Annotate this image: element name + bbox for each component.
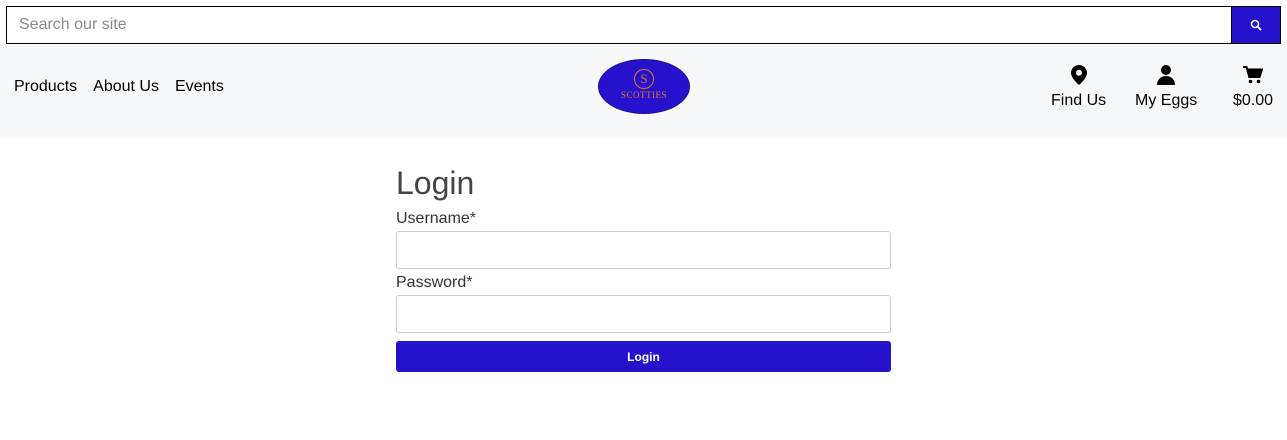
site-header: Products About Us Events S SCOTTIES ​ Fi… — [0, 44, 1287, 137]
nav-my-eggs[interactable]: My Eggs — [1135, 64, 1197, 110]
search-icon — [1250, 19, 1262, 31]
search-bar — [6, 6, 1281, 44]
username-label: Username* — [396, 210, 477, 227]
nav-events[interactable]: Events — [175, 78, 224, 96]
nav-products[interactable]: Products — [14, 78, 77, 96]
nav-about-us[interactable]: About Us — [93, 78, 159, 96]
logo-letter: S — [634, 68, 654, 89]
search-input[interactable] — [6, 6, 1231, 44]
password-label: Password* — [396, 274, 473, 291]
username-input[interactable] — [396, 231, 891, 269]
main-nav: Products About Us Events — [14, 78, 224, 96]
nav-find-us-label: Find Us — [1051, 92, 1107, 109]
search-button[interactable] — [1231, 6, 1281, 44]
logo-name: SCOTTIES — [620, 89, 667, 100]
nav-my-eggs-label: My Eggs — [1135, 92, 1198, 109]
page-title: Login — [396, 165, 475, 201]
login-form: Login Username* Password* Login — [396, 165, 891, 372]
user-icon — [1157, 64, 1176, 86]
site-logo[interactable]: S SCOTTIES ​ — [598, 59, 690, 114]
nav-find-us[interactable]: Find Us — [1051, 64, 1106, 110]
password-input[interactable] — [396, 295, 891, 333]
nav-cart[interactable]: $0.00 — [1233, 64, 1273, 110]
cart-icon — [1243, 64, 1264, 86]
cart-total: $0.00 — [1233, 92, 1274, 109]
map-pin-icon — [1070, 64, 1087, 86]
login-button[interactable]: Login — [396, 341, 891, 372]
